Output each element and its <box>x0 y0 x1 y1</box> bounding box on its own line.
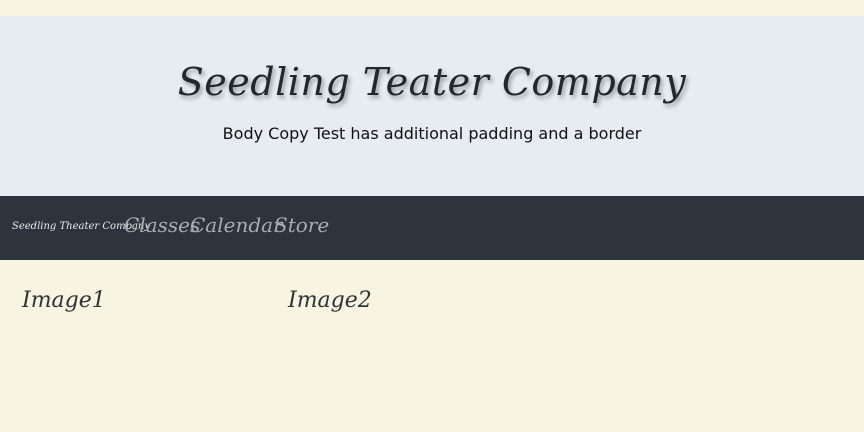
site-title: Seedling Teater Company <box>177 60 687 104</box>
nav-link-store[interactable]: Store <box>274 213 329 237</box>
image2-label: Image2 <box>288 288 372 313</box>
top-strip <box>0 0 864 16</box>
nav-link-calendar[interactable]: Calendar <box>190 213 283 237</box>
navbar: Seedling Theater Company Classes Calenda… <box>0 196 864 260</box>
image1-label: Image1 <box>22 288 106 313</box>
nav-link-classes[interactable]: Classes <box>124 213 200 237</box>
site-header: Seedling Teater Company Body Copy Test h… <box>0 16 864 196</box>
tagline: Body Copy Test has additional padding an… <box>222 124 642 143</box>
